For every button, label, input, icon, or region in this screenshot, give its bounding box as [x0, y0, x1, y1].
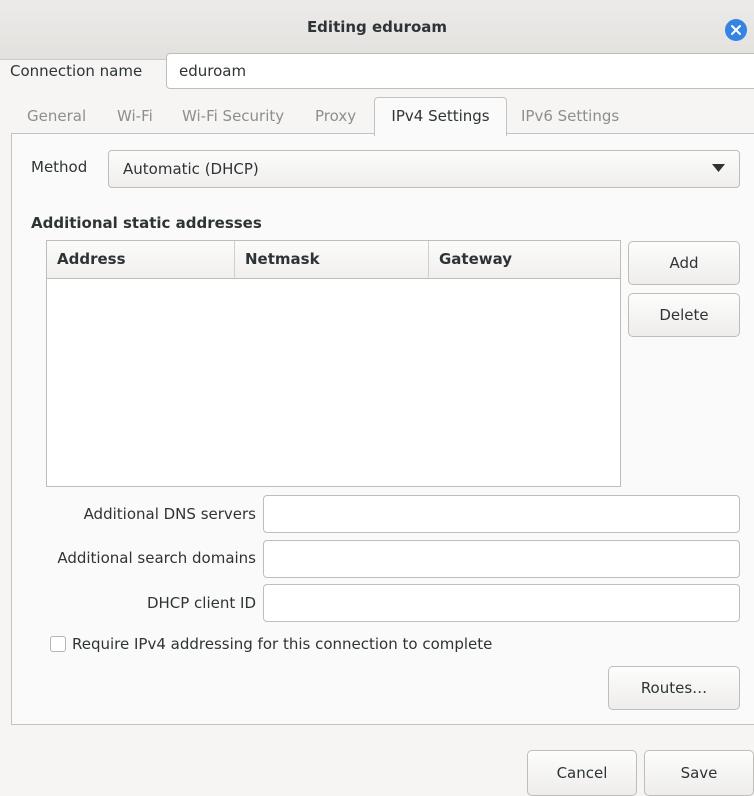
- column-address[interactable]: Address: [47, 241, 234, 278]
- chevron-down-icon: [712, 164, 725, 172]
- tab-ipv4-settings[interactable]: IPv4 Settings: [374, 97, 507, 136]
- search-domains-input[interactable]: [263, 540, 740, 578]
- addresses-table: Address Netmask Gateway: [46, 240, 621, 487]
- column-gateway[interactable]: Gateway: [428, 241, 620, 278]
- column-netmask[interactable]: Netmask: [234, 241, 428, 278]
- cancel-button[interactable]: Cancel: [527, 750, 637, 796]
- tab-proxy[interactable]: Proxy: [315, 98, 356, 134]
- method-label: Method: [31, 158, 88, 176]
- tab-general[interactable]: General: [27, 98, 86, 134]
- dns-servers-label: Additional DNS servers: [83, 505, 256, 523]
- method-selected-value: Automatic (DHCP): [123, 160, 259, 178]
- close-icon: [731, 25, 741, 35]
- dhcp-client-id-label: DHCP client ID: [146, 594, 256, 612]
- tab-wifi[interactable]: Wi-Fi: [117, 98, 153, 134]
- dns-servers-input[interactable]: [263, 495, 740, 533]
- table-header: Address Netmask Gateway: [47, 241, 620, 279]
- search-domains-label: Additional search domains: [57, 549, 256, 567]
- require-ipv4-label[interactable]: Require IPv4 addressing for this connect…: [72, 635, 492, 653]
- add-button[interactable]: Add: [628, 241, 740, 285]
- method-dropdown[interactable]: Automatic (DHCP): [108, 150, 740, 188]
- connection-name-input[interactable]: [166, 53, 754, 89]
- tab-ipv6-settings[interactable]: IPv6 Settings: [521, 98, 619, 134]
- static-addresses-heading: Additional static addresses: [31, 214, 262, 232]
- require-ipv4-checkbox[interactable]: [50, 636, 66, 652]
- tab-wifi-security[interactable]: Wi-Fi Security: [182, 98, 284, 134]
- save-button[interactable]: Save: [644, 750, 754, 796]
- tab-bar: General Wi-Fi Wi-Fi Security Proxy IPv4 …: [11, 97, 754, 136]
- window-title: Editing eduroam: [306, 18, 448, 36]
- routes-button[interactable]: Routes…: [608, 666, 740, 710]
- dhcp-client-id-input[interactable]: [263, 584, 740, 622]
- connection-name-label: Connection name: [10, 62, 143, 80]
- delete-button[interactable]: Delete: [628, 293, 740, 337]
- title-bar: Editing eduroam: [0, 0, 754, 60]
- close-button[interactable]: [725, 19, 747, 41]
